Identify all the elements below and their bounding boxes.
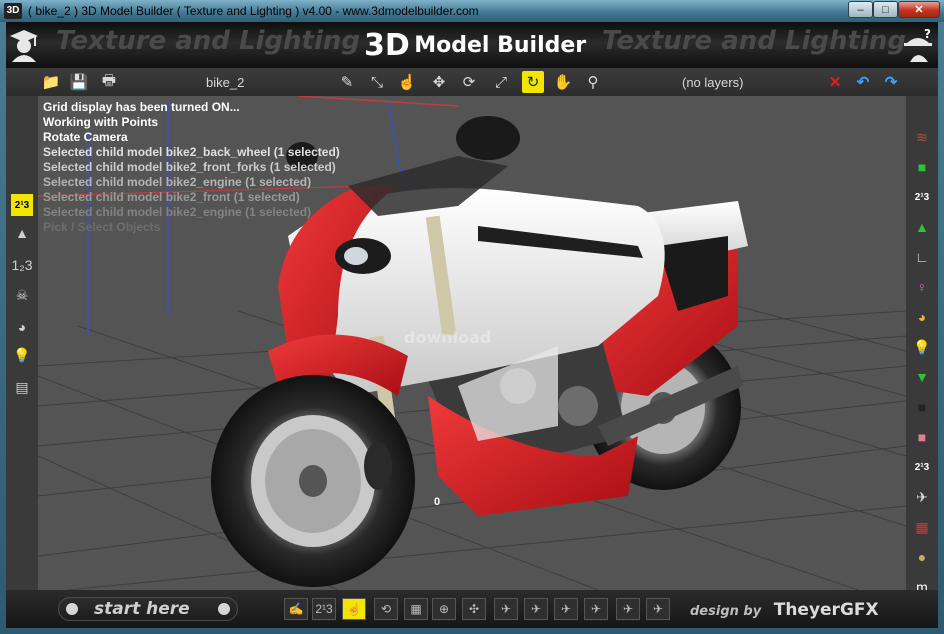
- log-line: Selected child model bike2_front (1 sele…: [43, 190, 300, 204]
- right-sidebar: ≋ ■ 2¹3 ▲ ∟ ♀ ◕ 💡 ▼ ■ ■ 2¹3 ✈ ▦ ● m: [906, 96, 938, 595]
- jet-3-icon[interactable]: ✈: [554, 598, 578, 620]
- bottom-bar: start here ✍ 2¹3 ☝ ⟲ ▦ ⊕ ✣ ✈ ✈ ✈ ✈ ✈ ✈ design by The…: [6, 590, 938, 628]
- number-order-icon[interactable]: 2¹3: [911, 186, 933, 208]
- log-line: Working with Points: [43, 115, 159, 129]
- message-log: Grid display has been turned ON... Workin…: [43, 100, 340, 235]
- figure-icon[interactable]: ☠: [11, 284, 33, 306]
- arrow-down-green-icon[interactable]: ▼: [911, 366, 933, 388]
- close-button[interactable]: ✕: [898, 1, 940, 18]
- start-here-button[interactable]: start here: [58, 597, 238, 621]
- delete-x-icon[interactable]: ✕: [824, 71, 846, 93]
- hand-select-icon[interactable]: ☝: [342, 598, 366, 620]
- svg-text:?: ?: [924, 28, 931, 41]
- title-bar[interactable]: 3D ( bike_2 ) 3D Model Builder ( Texture…: [0, 0, 944, 22]
- file-name: bike_2: [206, 75, 245, 90]
- layers-stack-icon[interactable]: ▤: [11, 376, 33, 398]
- log-line: Selected child model bike2_engine (1 sel…: [43, 175, 312, 189]
- brand-logo: 3D Model Builder: [364, 28, 586, 63]
- color-cube-icon[interactable]: ■: [911, 156, 933, 178]
- log-line: Rotate Camera: [43, 130, 128, 144]
- pink-cube-icon[interactable]: ■: [911, 426, 933, 448]
- app-window: 3D ( bike_2 ) 3D Model Builder ( Texture…: [0, 0, 944, 634]
- main-toolbar: 📁 💾 🖶 bike_2 ✎ ⤡ ☝ ✥ ⟳ ⤢ ↻ ✋ ⚲ (no layer…: [6, 68, 938, 96]
- hand-point-icon[interactable]: ☝: [396, 71, 418, 93]
- texture-layers-icon[interactable]: ≋: [911, 126, 933, 148]
- jet-6-icon[interactable]: ✈: [646, 598, 670, 620]
- watermark: download: [404, 328, 492, 347]
- rubik-cube-icon[interactable]: ▦: [911, 516, 933, 538]
- number-order-icon[interactable]: 2¹3: [911, 456, 933, 478]
- print-icon[interactable]: 🖶: [98, 71, 120, 93]
- move-icon[interactable]: ✥: [428, 71, 450, 93]
- jet-5-icon[interactable]: ✈: [616, 598, 640, 620]
- lightbulb-icon[interactable]: 💡: [11, 344, 33, 366]
- palette-icon[interactable]: ◕: [11, 316, 33, 338]
- log-line: Selected child model bike2_back_wheel (1…: [43, 145, 340, 159]
- dark-cube-icon[interactable]: ■: [911, 396, 933, 418]
- expand-arrows-icon[interactable]: ✣: [462, 598, 486, 620]
- jet-icon[interactable]: ✈: [911, 486, 933, 508]
- credit: design by TheyerGFX: [690, 600, 879, 620]
- redo-icon[interactable]: ↷: [880, 71, 902, 93]
- grid-wire-icon[interactable]: ▦: [404, 598, 428, 620]
- zoom-magnifier-icon[interactable]: ⚲: [582, 71, 604, 93]
- pencil-icon[interactable]: ✎: [336, 71, 358, 93]
- lightbulb-icon[interactable]: 💡: [911, 336, 933, 358]
- brand-3d: 3D: [364, 28, 410, 63]
- jet-1-icon[interactable]: ✈: [494, 598, 518, 620]
- credit-brand: TheyerGFX: [773, 600, 879, 620]
- start-dot-left: [66, 603, 78, 615]
- start-here-label: start here: [94, 599, 190, 619]
- sphere-icon[interactable]: ●: [911, 546, 933, 568]
- left-sidebar: 2¹3 ▲ 1₂3 ☠ ◕ 💡 ▤: [6, 96, 38, 590]
- log-line: Selected child model bike2_front_forks (…: [43, 160, 336, 174]
- palette-icon[interactable]: ◕: [911, 306, 933, 328]
- rotate-icon[interactable]: ⟳: [458, 71, 480, 93]
- figure-pink-icon[interactable]: ♀: [911, 276, 933, 298]
- mirror: [456, 116, 520, 160]
- banner-ghost-left: Texture and Lighting: [56, 26, 361, 56]
- log-line: Pick / Select Objects: [43, 220, 161, 234]
- window-title: ( bike_2 ) 3D Model Builder ( Texture an…: [28, 4, 479, 18]
- 3d-viewport[interactable]: download 0 Grid display has been turned …: [38, 96, 906, 590]
- vertex-label: 0: [434, 496, 441, 508]
- open-folder-icon[interactable]: 📁: [40, 71, 62, 93]
- help-detective-icon[interactable]: ?: [902, 28, 934, 62]
- log-line: Grid display has been turned ON...: [43, 100, 240, 114]
- banner: Texture and Lighting Texture and Lightin…: [6, 22, 938, 68]
- maximize-button[interactable]: □: [873, 1, 898, 18]
- scale-icon[interactable]: ⤢: [490, 71, 512, 93]
- jet-2-icon[interactable]: ✈: [524, 598, 548, 620]
- number-sequence-icon[interactable]: 1₂3: [11, 254, 33, 276]
- log-line: Selected child model bike2_engine (1 sel…: [43, 205, 312, 219]
- minimize-button[interactable]: –: [848, 1, 873, 18]
- student-graduate-icon[interactable]: [8, 28, 40, 62]
- sketch-figure-icon[interactable]: ✍: [284, 598, 308, 620]
- banner-ghost-right: Texture and Lighting: [602, 26, 907, 56]
- app-icon: 3D: [4, 3, 22, 19]
- crosshair-icon[interactable]: ⊕: [432, 598, 456, 620]
- number-order-icon[interactable]: 2¹3: [11, 194, 33, 216]
- axis-scale-icon[interactable]: ⤡: [366, 71, 388, 93]
- jet-4-icon[interactable]: ✈: [584, 598, 608, 620]
- rotate-arrows-icon[interactable]: ⟲: [374, 598, 398, 620]
- orbit-icon[interactable]: ↻: [522, 71, 544, 93]
- credit-label: design by: [690, 604, 762, 619]
- brand-name: Model Builder: [414, 33, 587, 58]
- pan-hand-icon[interactable]: ✋: [552, 71, 574, 93]
- green-triangle-icon[interactable]: ▲: [911, 216, 933, 238]
- start-dot-right: [218, 603, 230, 615]
- client-area: Texture and Lighting Texture and Lightin…: [6, 22, 938, 628]
- undo-icon[interactable]: ↶: [852, 71, 874, 93]
- number-order-icon[interactable]: 2¹3: [312, 598, 336, 620]
- layers-label[interactable]: (no layers): [682, 75, 743, 90]
- axis-corner-icon[interactable]: ∟: [911, 246, 933, 268]
- save-disk-icon[interactable]: 💾: [68, 71, 90, 93]
- triangle-icon[interactable]: ▲: [11, 222, 33, 244]
